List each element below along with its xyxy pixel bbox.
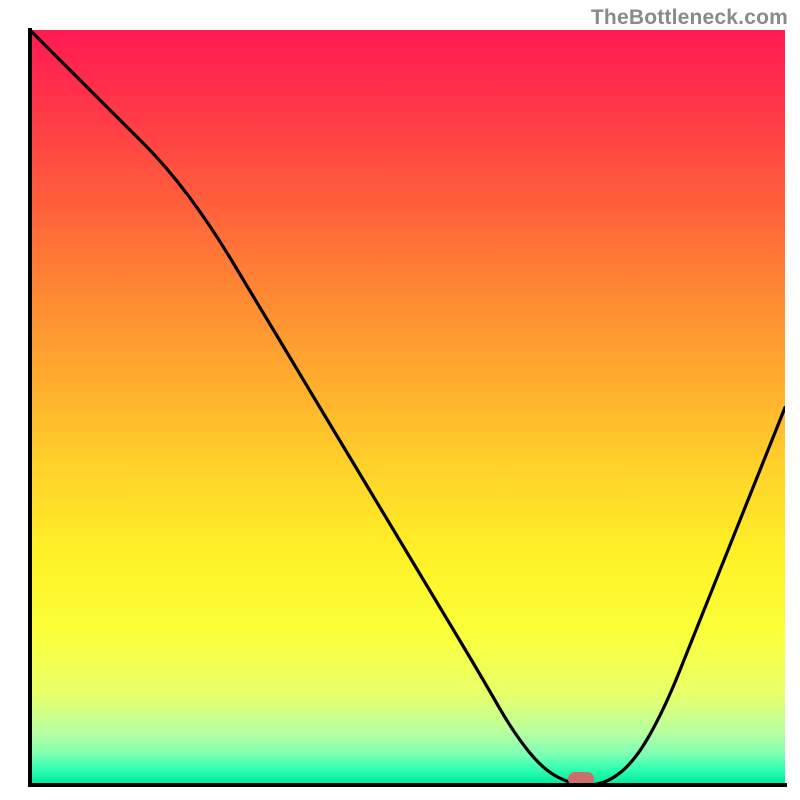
bottleneck-curve [30, 30, 785, 785]
chart-container: TheBottleneck.com [0, 0, 800, 800]
watermark-text: TheBottleneck.com [591, 6, 788, 30]
x-axis [28, 783, 787, 787]
y-axis [28, 28, 32, 787]
